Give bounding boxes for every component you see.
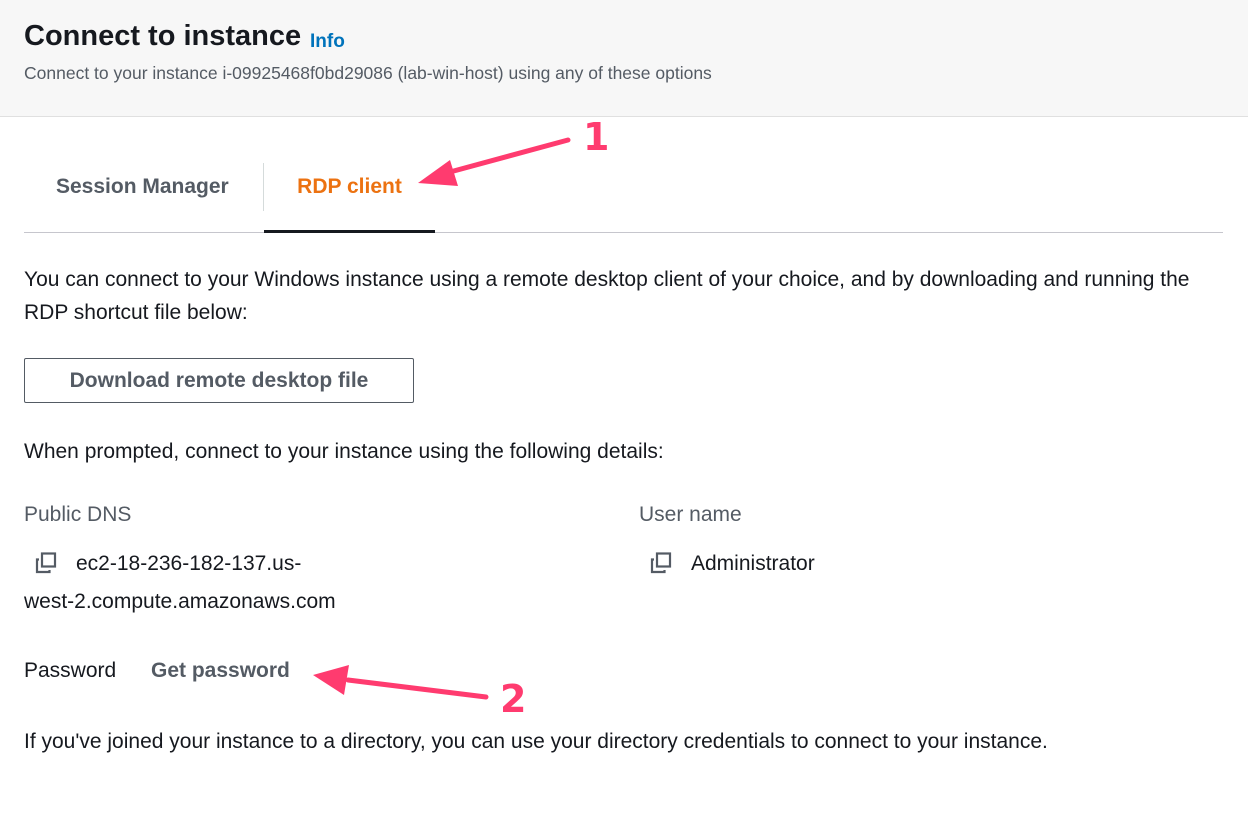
- annotation-marker-2: 2: [500, 677, 527, 721]
- copy-username-icon[interactable]: [649, 551, 673, 575]
- annotation-arrow-2: [313, 665, 489, 700]
- active-tab-indicator: [264, 230, 435, 233]
- public-dns-value-line1: ec2-18-236-182-137.us-: [76, 552, 302, 575]
- page-subtitle: Connect to your instance i-09925468f0bd2…: [24, 63, 712, 83]
- connection-prompt: When prompted, connect to your instance …: [24, 440, 664, 463]
- copy-dns-icon[interactable]: [34, 551, 58, 575]
- user-name-value: Administrator: [691, 552, 815, 575]
- annotation-marker-1: 1: [583, 115, 610, 159]
- page-header: Connect to instance Info Connect to your…: [0, 0, 1248, 117]
- public-dns-label: Public DNS: [24, 503, 132, 526]
- download-rdp-file-button[interactable]: Download remote desktop file: [24, 358, 414, 403]
- public-dns-value-line2: west-2.compute.amazonaws.com: [24, 590, 336, 613]
- password-label: Password: [24, 659, 117, 682]
- tab-session-manager[interactable]: Session Manager: [56, 160, 229, 232]
- connection-tabs: Session Manager RDP client: [24, 160, 1223, 233]
- directory-footnote: If you've joined your instance to a dire…: [24, 730, 1048, 753]
- tab-rdp-client-label: RDP client: [297, 175, 402, 198]
- get-password-link[interactable]: Get password: [151, 659, 290, 683]
- info-link[interactable]: Info: [310, 31, 345, 53]
- user-name-label: User name: [639, 503, 742, 526]
- rdp-description: You can connect to your Windows instance…: [24, 268, 1190, 324]
- page-title: Connect to instance: [24, 20, 302, 52]
- tab-rdp-client[interactable]: RDP client: [264, 160, 435, 233]
- annotation-arrows: [313, 137, 571, 700]
